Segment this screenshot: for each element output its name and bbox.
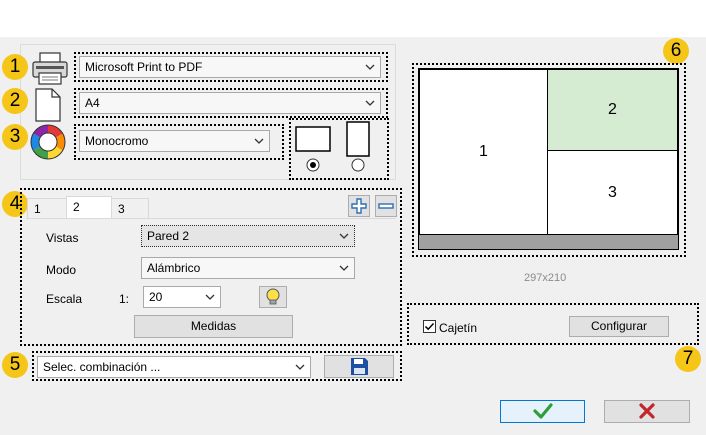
- marker-7: 7: [675, 346, 701, 372]
- scale-hint-button[interactable]: [259, 286, 287, 308]
- modo-select[interactable]: Alámbrico: [141, 257, 355, 279]
- tab-1[interactable]: 1: [27, 198, 67, 219]
- configure-button-label: Configurar: [590, 319, 648, 333]
- preview-cell-1-label: 1: [479, 143, 488, 160]
- combination-select[interactable]: Selec. combinación ...: [37, 356, 311, 378]
- vistas-label: Vistas: [46, 231, 79, 245]
- printer-select[interactable]: Microsoft Print to PDF: [79, 56, 381, 78]
- vistas-select-value: Pared 2: [147, 229, 190, 243]
- printer-icon: [30, 51, 70, 87]
- paper-select-value: A4: [85, 96, 100, 110]
- color-mode-select-value: Monocromo: [85, 134, 149, 148]
- marker-1: 1: [2, 54, 28, 80]
- save-icon: [351, 358, 368, 375]
- marker-5: 5: [2, 352, 28, 378]
- preview-title-block: [419, 234, 678, 249]
- chevron-down-icon: [290, 357, 310, 377]
- vistas-select[interactable]: Pared 2: [141, 225, 355, 247]
- portrait-icon: [345, 120, 373, 158]
- tab-2[interactable]: 2: [66, 196, 112, 219]
- cajetin-label: Cajetín: [439, 321, 478, 335]
- tab-3[interactable]: 3: [111, 198, 149, 219]
- marker-2: 2: [2, 88, 28, 114]
- minus-icon: [378, 203, 394, 209]
- tab-1-label: 1: [34, 202, 41, 216]
- medidas-button[interactable]: Medidas: [134, 315, 293, 338]
- printer-select-value: Microsoft Print to PDF: [85, 60, 203, 74]
- chevron-down-icon: [360, 57, 380, 77]
- color-mode-select[interactable]: Monocromo: [79, 130, 270, 152]
- preview-cell-3: 3: [547, 150, 678, 235]
- landscape-radio[interactable]: [306, 158, 320, 172]
- chevron-down-icon: [334, 226, 354, 246]
- portrait-radio[interactable]: [351, 158, 365, 172]
- escala-label: Escala: [46, 292, 83, 306]
- modo-label: Modo: [46, 263, 77, 277]
- paper-select[interactable]: A4: [79, 92, 381, 114]
- chevron-down-icon: [200, 287, 220, 307]
- color-wheel-icon: [28, 123, 68, 161]
- configure-button[interactable]: Configurar: [569, 316, 669, 337]
- chevron-down-icon: [360, 93, 380, 113]
- escala-combo-value: 20: [149, 290, 163, 304]
- marker-6: 6: [663, 38, 689, 64]
- checkmark-icon: [533, 403, 553, 419]
- preview-cell-2-label: 2: [608, 101, 617, 118]
- plus-icon: [351, 198, 367, 214]
- title-bar: [0, 0, 706, 37]
- cancel-button[interactable]: [604, 400, 690, 423]
- remove-view-button[interactable]: [375, 195, 397, 217]
- ok-button[interactable]: [500, 400, 585, 423]
- tab-3-label: 3: [118, 202, 125, 216]
- tab-2-label: 2: [73, 200, 80, 214]
- page-preview: 1 2 3: [418, 68, 679, 250]
- preview-cell-3-label: 3: [608, 183, 617, 201]
- escala-prefix: 1:: [119, 292, 130, 306]
- close-icon: [639, 403, 655, 419]
- preview-cell-2: 2: [547, 69, 678, 151]
- modo-select-value: Alámbrico: [147, 261, 201, 275]
- preview-cell-1: 1: [419, 69, 548, 235]
- landscape-icon: [294, 125, 332, 153]
- combination-select-value: Selec. combinación ...: [43, 360, 161, 374]
- paper-size-label: 297x210: [524, 272, 567, 284]
- chevron-down-icon: [334, 258, 354, 278]
- cajetin-checkbox[interactable]: [423, 320, 436, 333]
- marker-3: 3: [2, 124, 28, 150]
- add-view-button[interactable]: [348, 195, 370, 217]
- chevron-down-icon: [249, 131, 269, 151]
- escala-combo[interactable]: 20: [143, 286, 221, 308]
- save-combination-button[interactable]: [324, 355, 394, 378]
- lightbulb-icon: [266, 288, 280, 305]
- paper-icon: [34, 88, 62, 122]
- medidas-button-label: Medidas: [190, 319, 237, 333]
